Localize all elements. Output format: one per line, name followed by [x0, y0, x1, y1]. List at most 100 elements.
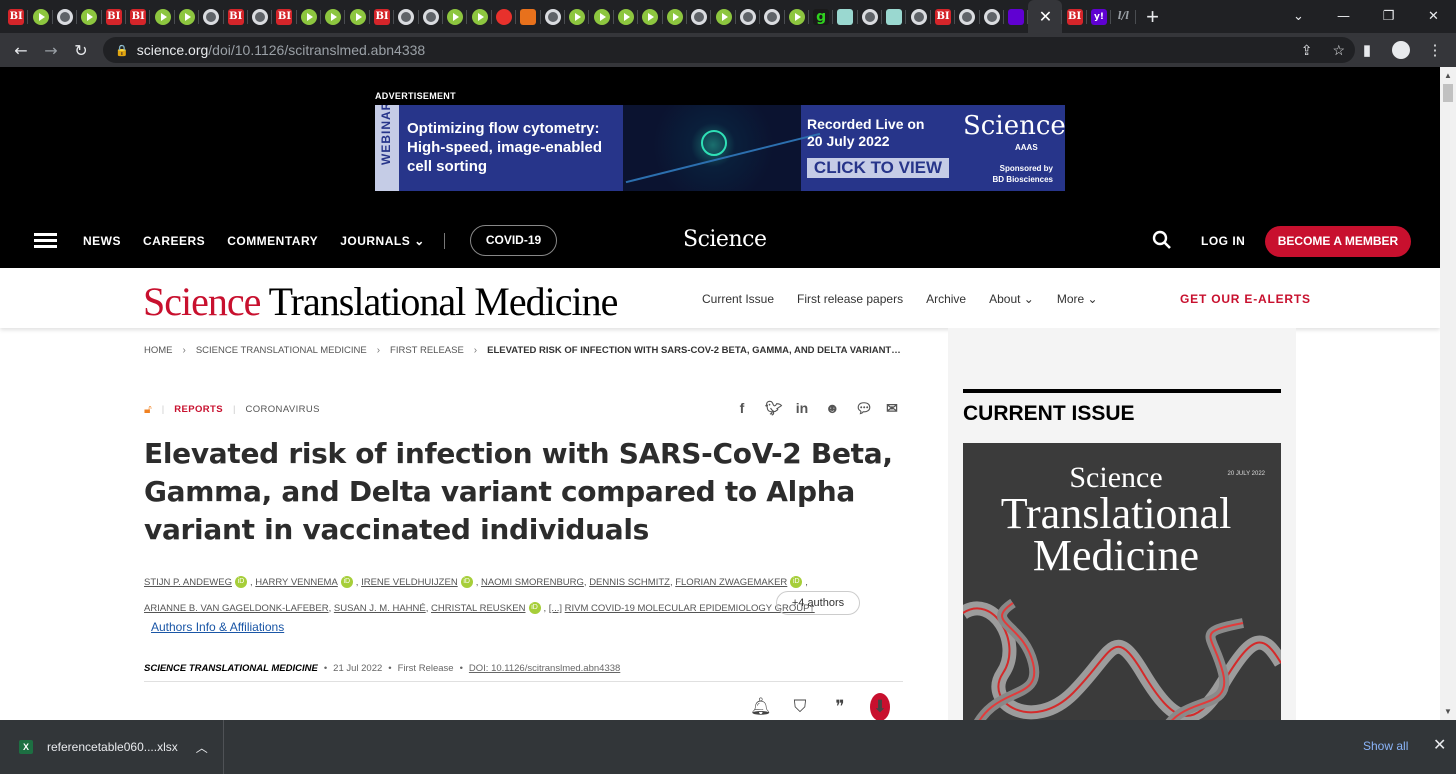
- browser-tab[interactable]: [663, 0, 688, 33]
- scroll-down-icon[interactable]: ▼: [1444, 707, 1452, 716]
- orcid-icon[interactable]: iD: [790, 576, 803, 589]
- url-text[interactable]: science.org/doi/10.1126/scitranslmed.abn…: [137, 42, 425, 58]
- ad-banner[interactable]: WEBINAR Optimizing flow cytometry: High-…: [375, 105, 1065, 191]
- author-link[interactable]: IRENE VELDHUIJZEN: [361, 577, 458, 588]
- author-link[interactable]: DENNIS SCHMITZ: [589, 577, 670, 588]
- restore-icon[interactable]: ❐: [1366, 9, 1411, 24]
- login-link[interactable]: LOG IN: [1201, 234, 1245, 248]
- nav-journals[interactable]: JOURNALS ⌄: [340, 234, 425, 248]
- browser-tab[interactable]: [736, 0, 761, 33]
- browser-tab[interactable]: [955, 0, 981, 33]
- new-tab-button[interactable]: +: [1136, 4, 1170, 30]
- author-link[interactable]: FLORIAN ZWAGEMAKER: [675, 577, 787, 588]
- e-alerts-link[interactable]: GET OUR E-ALERTS: [1180, 292, 1311, 306]
- browser-tab[interactable]: [638, 0, 663, 33]
- profile-avatar[interactable]: [1386, 41, 1416, 60]
- science-logo[interactable]: Science: [683, 227, 767, 252]
- bookmark-icon[interactable]: ⛉: [790, 697, 810, 717]
- article-section[interactable]: REPORTS: [174, 404, 223, 415]
- nav-careers[interactable]: CAREERS: [143, 234, 205, 248]
- breadcrumb-home[interactable]: HOME: [144, 345, 173, 356]
- browser-tab[interactable]: [589, 0, 615, 33]
- author-link[interactable]: SUSAN J. M. HAHNÉ: [334, 603, 426, 614]
- tab-search-icon[interactable]: ⌄: [1276, 9, 1321, 24]
- journal-link-more[interactable]: More ⌄: [1057, 292, 1098, 306]
- quote-icon[interactable]: ❞: [830, 697, 850, 717]
- reload-icon[interactable]: ↻: [66, 41, 96, 60]
- menu-kebab-icon[interactable]: ⋮: [1420, 41, 1450, 59]
- browser-tab[interactable]: [565, 0, 590, 33]
- breadcrumb-first-release[interactable]: FIRST RELEASE: [390, 345, 464, 356]
- browser-tab[interactable]: [1004, 0, 1029, 33]
- hamburger-menu-icon[interactable]: [34, 233, 57, 249]
- browser-tab[interactable]: [175, 0, 200, 33]
- scroll-thumb[interactable]: [1443, 84, 1453, 102]
- share-icon[interactable]: ⇪: [1301, 42, 1313, 59]
- orcid-icon[interactable]: iD: [340, 576, 353, 589]
- browser-tab[interactable]: BI: [931, 0, 956, 33]
- browser-tab[interactable]: [980, 0, 1005, 33]
- browser-tab[interactable]: [711, 0, 737, 33]
- journal-link-first-release[interactable]: First release papers: [797, 292, 903, 306]
- side-panel-icon[interactable]: ▮: [1352, 41, 1382, 59]
- page-scrollbar[interactable]: ▲ ▼: [1440, 67, 1456, 720]
- browser-tab[interactable]: [345, 0, 371, 33]
- wechat-icon[interactable]: 💬︎: [855, 400, 873, 417]
- author-link[interactable]: CHRISTAL REUSKEN: [431, 603, 526, 614]
- browser-tab[interactable]: [199, 0, 224, 33]
- chevron-up-icon[interactable]: ︿: [196, 739, 208, 756]
- browser-tab[interactable]: [882, 0, 907, 33]
- pdf-icon[interactable]: ⬇: [870, 693, 890, 720]
- browser-tab[interactable]: [53, 0, 78, 33]
- browser-tab[interactable]: [419, 0, 444, 33]
- browser-tab[interactable]: BI: [224, 0, 249, 33]
- download-item[interactable]: X referencetable060....xlsx ︿: [0, 720, 224, 774]
- doi-link[interactable]: DOI: 10.1126/scitranslmed.abn4338: [469, 663, 620, 674]
- show-all-button[interactable]: Show all: [1363, 739, 1408, 753]
- browser-tab[interactable]: [77, 0, 102, 33]
- browser-tab[interactable]: BI: [4, 0, 29, 33]
- browser-tab[interactable]: [321, 0, 346, 33]
- browser-tab[interactable]: [516, 0, 541, 33]
- bell-icon[interactable]: 🔔︎: [750, 697, 772, 717]
- reddit-icon[interactable]: ☻: [825, 400, 840, 417]
- browser-tab[interactable]: [833, 0, 859, 33]
- author-link[interactable]: STIJN P. ANDEWEG: [144, 577, 232, 588]
- browser-tab[interactable]: [443, 0, 468, 33]
- orcid-icon[interactable]: iD: [234, 576, 247, 589]
- browser-tab[interactable]: BI: [1062, 0, 1088, 33]
- browser-tab[interactable]: y!: [1087, 0, 1112, 33]
- address-bar[interactable]: 🔒 science.org/doi/10.1126/scitranslmed.a…: [103, 37, 1355, 63]
- minimize-icon[interactable]: —: [1321, 9, 1366, 24]
- ad-cta-button[interactable]: CLICK TO VIEW: [807, 158, 949, 178]
- breadcrumb-journal[interactable]: SCIENCE TRANSLATIONAL MEDICINE: [196, 345, 367, 356]
- close-tab-icon[interactable]: ✕: [1039, 7, 1052, 27]
- browser-tab[interactable]: [858, 0, 883, 33]
- nav-commentary[interactable]: COMMENTARY: [227, 234, 318, 248]
- browser-tab[interactable]: [541, 0, 566, 33]
- close-icon[interactable]: ✕: [1433, 735, 1446, 755]
- facebook-icon[interactable]: f: [735, 400, 749, 417]
- browser-tab[interactable]: [687, 0, 712, 33]
- twitter-icon[interactable]: 🐦︎: [765, 400, 783, 417]
- browser-tab[interactable]: [906, 0, 932, 33]
- back-icon[interactable]: ←: [6, 41, 36, 60]
- bookmark-star-icon[interactable]: ☆: [1332, 42, 1345, 59]
- scroll-up-icon[interactable]: ▲: [1444, 71, 1452, 80]
- browser-tab[interactable]: [248, 0, 273, 33]
- journal-link-about[interactable]: About ⌄: [989, 292, 1034, 306]
- browser-tab[interactable]: [614, 0, 639, 33]
- browser-tab[interactable]: BI: [370, 0, 395, 33]
- journal-logo[interactable]: Science Translational Medicine: [143, 278, 618, 325]
- author-link[interactable]: ARIANNE B. VAN GAGELDONK-LAFEBER: [144, 603, 329, 614]
- covid-button[interactable]: COVID-19: [470, 225, 557, 256]
- browser-tab[interactable]: BI: [272, 0, 298, 33]
- browser-tab[interactable]: [492, 0, 517, 33]
- browser-tab[interactable]: [394, 0, 420, 33]
- author-link[interactable]: NAOMI SMORENBURG: [481, 577, 584, 588]
- email-icon[interactable]: ✉: [885, 400, 899, 417]
- browser-tab[interactable]: [297, 0, 322, 33]
- browser-tab[interactable]: [150, 0, 176, 33]
- lock-icon[interactable]: 🔒: [115, 44, 129, 57]
- close-window-icon[interactable]: ✕: [1411, 9, 1456, 24]
